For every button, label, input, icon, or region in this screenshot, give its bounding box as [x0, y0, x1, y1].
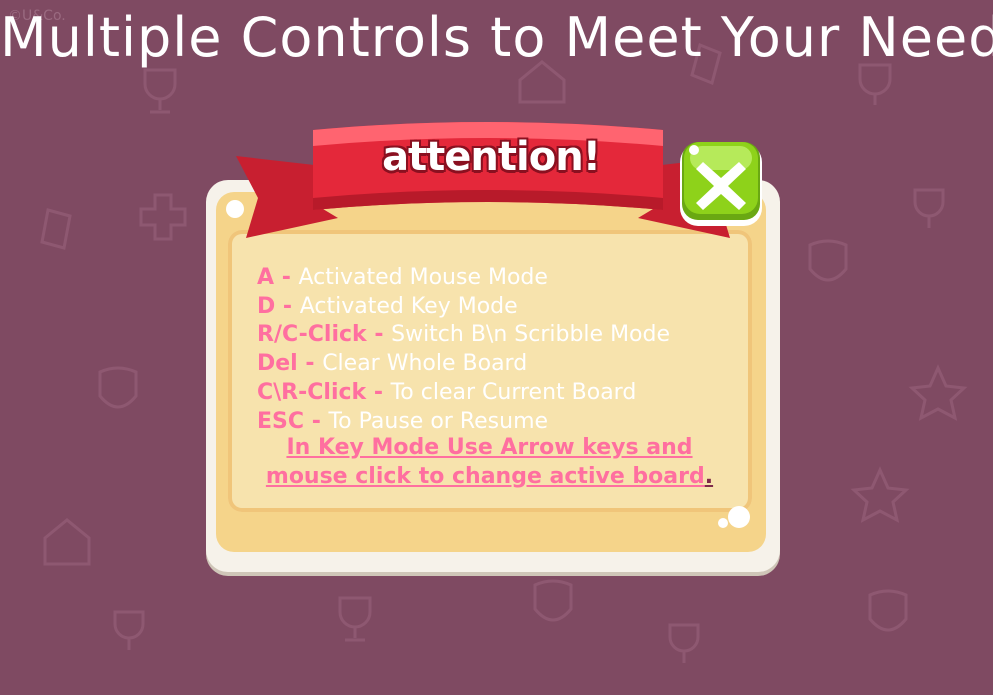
- shield-icon: [868, 589, 908, 632]
- star-icon: [850, 466, 910, 523]
- close-x-icon: [680, 142, 762, 226]
- sparkle-dot: [718, 518, 728, 528]
- control-key: ESC: [257, 408, 305, 434]
- controls-list: A - Activated Mouse Mode D - Activated K…: [257, 264, 737, 436]
- control-key: A: [257, 265, 275, 290]
- shield-icon: [98, 366, 138, 409]
- attention-dialog: attention! A - Activated Mouse Mode D - …: [206, 118, 780, 574]
- shield-icon: [808, 239, 848, 282]
- gem-icon: [40, 208, 72, 250]
- control-key: R/C-Click: [257, 322, 367, 348]
- control-sep: -: [274, 265, 299, 290]
- control-row: ESC - To Pause or Resume: [257, 408, 737, 437]
- star-icon: [908, 364, 968, 421]
- headline: Multiple Controls to Meet Your Needs: [0, 6, 993, 69]
- cup-icon: [338, 596, 372, 642]
- control-sep: -: [297, 351, 323, 377]
- house-icon: [43, 518, 91, 566]
- key-mode-note: In Key Mode Use Arrow keys and mouse cli…: [257, 434, 722, 491]
- control-sep: -: [366, 379, 391, 405]
- control-key: D: [257, 293, 276, 319]
- control-desc: To Pause or Resume: [328, 408, 549, 434]
- control-row: D - Activated Key Mode: [257, 293, 737, 322]
- cup-icon: [113, 610, 145, 650]
- cup-icon: [668, 623, 700, 663]
- control-desc: Switch B\n Scribble Mode: [391, 322, 671, 348]
- note-line-1: In Key Mode Use Arrow keys and: [286, 435, 693, 460]
- control-key: Del: [257, 351, 298, 377]
- control-row: R/C-Click - Switch B\n Scribble Mode: [257, 321, 737, 350]
- cup-icon: [913, 188, 945, 228]
- control-sep: -: [304, 408, 329, 434]
- cup-icon: [143, 68, 177, 114]
- note-end: .: [704, 463, 714, 489]
- plus-icon: [139, 193, 187, 241]
- cup-icon: [858, 63, 892, 105]
- ribbon-title: attention!: [382, 134, 601, 180]
- shield-icon: [533, 579, 573, 622]
- control-desc: To clear Current Board: [390, 379, 637, 405]
- close-button[interactable]: [676, 138, 766, 228]
- sparkle-dot: [728, 506, 750, 528]
- note-line-2: mouse click to change active board: [265, 463, 705, 489]
- control-row: Del - Clear Whole Board: [257, 350, 737, 379]
- control-sep: -: [275, 293, 300, 319]
- control-desc: Activated Mouse Mode: [298, 265, 548, 290]
- control-desc: Activated Key Mode: [299, 293, 518, 319]
- control-sep: -: [366, 322, 392, 348]
- control-key: C\R-Click: [257, 379, 367, 405]
- control-row: A - Activated Mouse Mode: [257, 264, 737, 293]
- control-row: C\R-Click - To clear Current Board: [257, 379, 737, 408]
- control-desc: Clear Whole Board: [322, 351, 528, 377]
